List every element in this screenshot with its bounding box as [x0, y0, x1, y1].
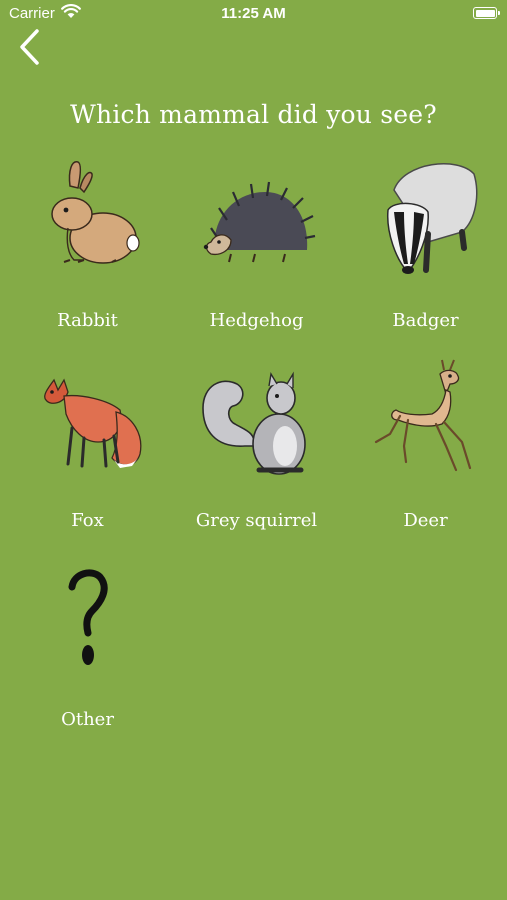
squirrel-icon [202, 371, 306, 475]
rabbit-icon [51, 161, 140, 264]
chevron-left-icon [20, 29, 39, 65]
badger-icon [387, 163, 478, 274]
mammal-label: Fox [71, 510, 104, 531]
mammal-label: Rabbit [57, 310, 118, 331]
mammal-label: Deer [403, 510, 448, 531]
mammal-label: Grey squirrel [195, 510, 318, 531]
status-bar: Carrier 11:25 AM [0, 0, 507, 28]
mammal-option-badger[interactable]: Badger [341, 150, 507, 345]
question-mark-icon [68, 569, 108, 665]
hedgehog-icon [203, 181, 316, 263]
back-button[interactable] [14, 28, 48, 66]
mammal-option-hedgehog[interactable]: Hedgehog [172, 150, 341, 345]
fox-icon [44, 378, 142, 468]
mammal-label: Other [61, 709, 114, 730]
mammal-option-fox[interactable]: Fox [3, 350, 172, 545]
deer-icon [374, 359, 472, 472]
mammal-option-deer[interactable]: Deer [341, 350, 507, 545]
mammal-option-rabbit[interactable]: Rabbit [3, 150, 172, 345]
battery-icon [473, 7, 500, 19]
mammal-label: Hedgehog [209, 310, 304, 331]
mammal-label: Badger [392, 310, 459, 331]
clock: 11:25 AM [221, 5, 286, 22]
page-title: Which mammal did you see? [70, 100, 437, 129]
mammal-option-other[interactable]: Other [3, 549, 172, 744]
mammal-option-grey-squirrel[interactable]: Grey squirrel [172, 350, 341, 545]
